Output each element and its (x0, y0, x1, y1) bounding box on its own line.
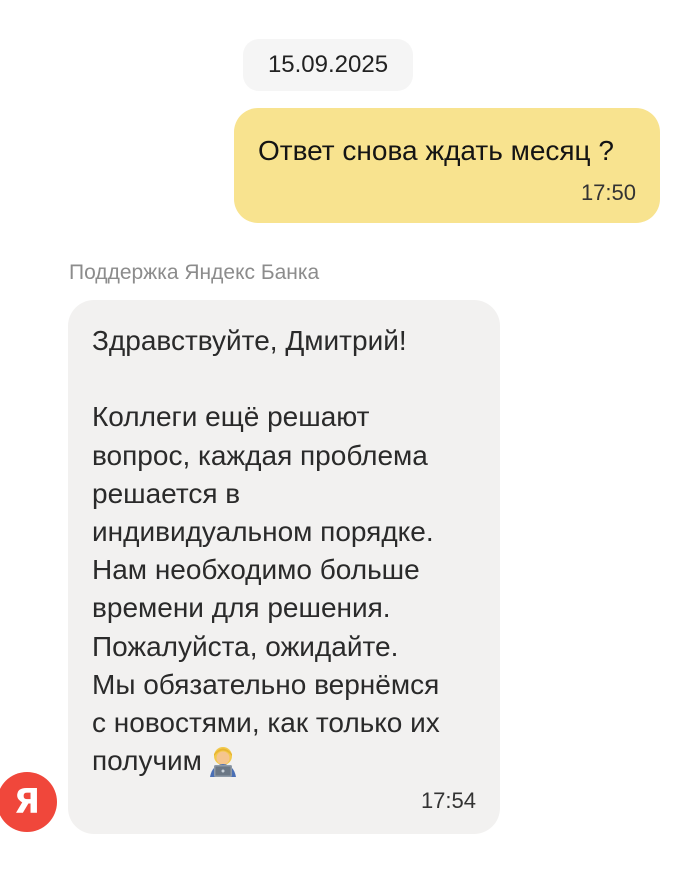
message-line-last: получим (92, 742, 482, 780)
outgoing-message-time: 17:50 (580, 180, 636, 205)
message-line: с новостями, как только их (92, 707, 440, 739)
message-line: Коллеги ещё решают (92, 401, 370, 433)
person-with-laptop-icon (206, 743, 240, 777)
outgoing-message-text: Ответ снова ждать месяц ? (258, 135, 614, 166)
incoming-message-time: 17:54 (420, 788, 476, 813)
date-separator: 15.09.2025 (243, 39, 413, 91)
message-line-text: получим (92, 745, 202, 777)
message-line: Мы обязательно вернёмся (92, 668, 440, 700)
message-line: времени для решения. (92, 592, 391, 624)
message-line: Здравствуйте, Дмитрий! (92, 325, 407, 356)
message-line: решается в (92, 477, 241, 509)
message-line: индивидуальном порядке. (92, 516, 434, 547)
outgoing-message-bubble[interactable]: Ответ снова ждать месяц ? 17:50 (234, 108, 660, 223)
incoming-message-bubble[interactable]: Здравствуйте, Дмитрий! Коллеги ещё решаю… (68, 300, 500, 834)
message-line (92, 360, 482, 398)
sender-name: Поддержка Яндекс Банка (69, 261, 320, 284)
message-line: Пожалуйста, ожидайте. (92, 630, 399, 662)
message-line: вопрос, каждая проблема (92, 439, 428, 471)
incoming-message-text: Здравствуйте, Дмитрий! Коллеги ещё решаю… (92, 322, 482, 780)
yandex-avatar-icon[interactable]: Я (0, 772, 57, 832)
message-line: Нам необходимо больше (92, 554, 420, 586)
